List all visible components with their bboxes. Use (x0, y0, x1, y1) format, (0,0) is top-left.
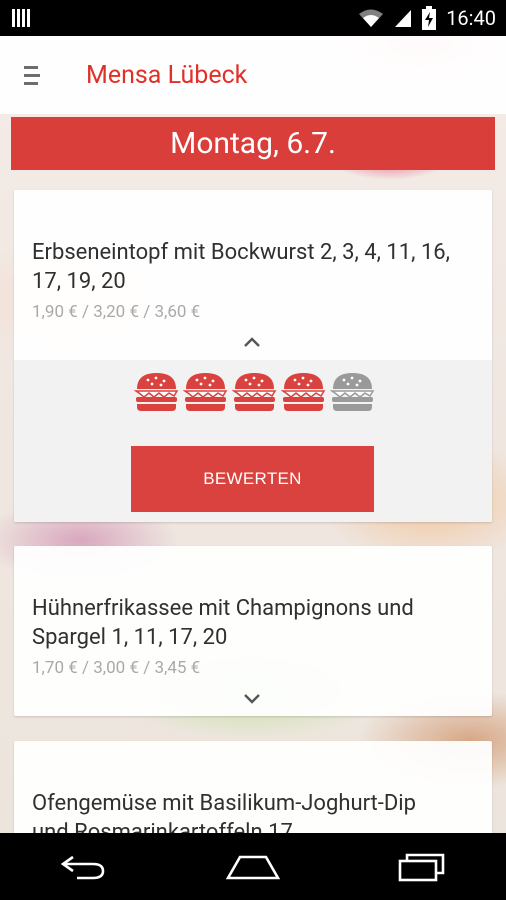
chevron-up-icon[interactable] (243, 336, 261, 348)
meal-name: Erbseneintopf mit Bockwurst 2, 3, 4, 11,… (32, 240, 450, 294)
wifi-icon (359, 9, 384, 27)
rate-button[interactable]: BEWERTEN (131, 446, 374, 512)
burger-icon[interactable] (281, 372, 326, 412)
burger-rating[interactable] (134, 372, 375, 412)
meal-name: Hühnerfrikassee mit Champignons und Spar… (32, 596, 414, 650)
meal-price: 1,70 € / 3,00 € / 3,45 € (32, 658, 201, 678)
battery-charging-icon (422, 6, 437, 30)
meal-card[interactable]: Erbseneintopf mit Bockwurst 2, 3, 4, 11,… (14, 190, 492, 522)
navigation-bar (0, 833, 506, 900)
burger-icon[interactable] (330, 372, 375, 412)
app-bar: Mensa Lübeck (0, 36, 506, 114)
clock: 16:40 (446, 6, 496, 30)
meal-price: 1,90 € / 3,20 € / 3,60 € (32, 302, 201, 322)
rating-panel: BEWERTEN (14, 360, 492, 522)
burger-icon[interactable] (183, 372, 228, 412)
meal-card[interactable]: Ofengemüse mit Basilikum-Joghurt-Dip und… (14, 741, 492, 845)
home-icon[interactable] (223, 847, 283, 887)
chevron-down-icon[interactable] (243, 692, 261, 704)
signal-icon (395, 10, 412, 27)
menu-bars-icon (12, 9, 30, 27)
meal-card[interactable]: Hühnerfrikassee mit Champignons und Spar… (14, 546, 492, 716)
recent-apps-icon[interactable] (392, 847, 452, 887)
burger-icon[interactable] (232, 372, 277, 412)
back-icon[interactable] (54, 847, 114, 887)
status-bar: 16:40 (0, 0, 506, 36)
date-header[interactable]: Montag, 6.7. (11, 117, 495, 170)
hamburger-icon[interactable] (24, 65, 44, 85)
burger-icon[interactable] (134, 372, 179, 412)
app-title: Mensa Lübeck (86, 60, 248, 90)
